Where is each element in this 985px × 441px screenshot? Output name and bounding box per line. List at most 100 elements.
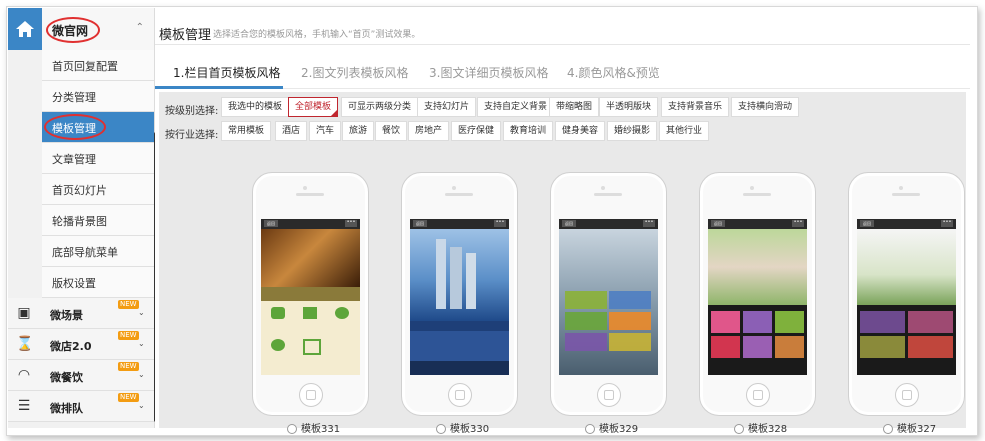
phone-home-button xyxy=(746,383,770,407)
preview-tile-blue xyxy=(609,291,651,309)
filter-industry-option[interactable]: 房地产 xyxy=(408,121,450,141)
sidebar-group-label: 微店2.0 xyxy=(50,340,92,353)
filter-level-option[interactable]: 支持横向滑动 xyxy=(731,97,800,117)
sidebar-group-label: 微排队 xyxy=(50,402,83,415)
filter-industry-option[interactable]: 酒店 xyxy=(275,121,308,141)
template-panel: 按级别选择: 我选中的模板 全部模板 可显示两级分类 支持幻灯片 支持自定义背景… xyxy=(159,92,966,435)
phone-camera xyxy=(750,186,754,190)
preview-hotel-image xyxy=(261,229,360,287)
sidebar-item-carousel-bg[interactable]: 轮播背景图 xyxy=(42,205,154,236)
tab-detail-style[interactable]: 3.图文详细页模板风格 xyxy=(429,64,548,81)
filter-industry-option[interactable]: 健身美容 xyxy=(555,121,606,141)
preview-top-bar: 返回 ••• xyxy=(559,219,658,229)
sidebar-item-home-reply[interactable]: 首页回复配置 xyxy=(42,50,154,81)
radio-circle xyxy=(883,424,893,434)
preview-tile-purple xyxy=(860,311,905,333)
template-radio-327[interactable]: 模板327 xyxy=(883,420,936,435)
filter-industry-option[interactable]: 其他行业 xyxy=(659,121,710,141)
sidebar-group-queue[interactable]: ☰ 微排队 NEW ⌄ xyxy=(8,391,154,422)
template-radio-331[interactable]: 模板331 xyxy=(287,420,340,435)
preview-footer xyxy=(410,361,509,375)
phone-home-button xyxy=(448,383,472,407)
card-icon xyxy=(303,339,321,355)
filter-level-option[interactable]: 我选中的模板 xyxy=(221,97,290,117)
preview-nav-strip xyxy=(261,287,360,301)
radio-circle xyxy=(436,424,446,434)
filter-level-option[interactable]: 可显示两级分类 xyxy=(341,97,419,117)
template-radio-329[interactable]: 模板329 xyxy=(585,420,638,435)
template-card-327[interactable]: 返回 ••• xyxy=(848,172,965,416)
sidebar: 微官网 ⌃ 首页回复配置 分类管理 模板管理 文章管理 首页幻灯片 轮播背景图 … xyxy=(8,8,158,428)
sidebar-group-shop[interactable]: ⌛ 微店2.0 NEW ⌄ xyxy=(8,329,154,360)
preview-tile-plum xyxy=(908,311,953,333)
tab-column-home[interactable]: 1.栏目首页模板风格 xyxy=(173,64,280,81)
phone-speaker xyxy=(296,193,324,196)
template-card-330[interactable]: 返回 ••• xyxy=(401,172,518,416)
template-radio-328[interactable]: 模板328 xyxy=(734,420,787,435)
new-badge: NEW xyxy=(118,362,139,371)
chevron-down-icon: ⌄ xyxy=(138,308,145,317)
filter-level-option[interactable]: 支持自定义背景 xyxy=(477,97,555,117)
radio-circle xyxy=(734,424,744,434)
home-icon xyxy=(16,21,34,37)
highlight-circle xyxy=(44,114,106,140)
preview-more-icon: ••• xyxy=(941,219,953,227)
filter-level-option-selected[interactable]: 全部模板 xyxy=(288,97,339,117)
new-badge: NEW xyxy=(118,331,139,340)
sidebar-item-slides[interactable]: 首页幻灯片 xyxy=(42,174,154,205)
phone-camera xyxy=(303,186,307,190)
template-card-329[interactable]: 返回 ••• xyxy=(550,172,667,416)
filter-level-label: 按级别选择: xyxy=(165,106,219,117)
radio-circle xyxy=(287,424,297,434)
phone-camera xyxy=(601,186,605,190)
tab-list-style[interactable]: 2.图文列表模板风格 xyxy=(301,64,408,81)
sidebar-group-scene[interactable]: ▣ 微场景 NEW ⌄ xyxy=(8,298,154,329)
phone-speaker xyxy=(445,193,473,196)
sidebar-item-category[interactable]: 分类管理 xyxy=(42,81,154,112)
preview-back-button: 返回 xyxy=(711,220,725,227)
template-label: 模板331 xyxy=(301,424,341,435)
preview-top-bar: 返回 ••• xyxy=(708,219,807,229)
template-preview-screen: 返回 ••• xyxy=(410,219,509,375)
filter-industry-option[interactable]: 餐饮 xyxy=(375,121,408,141)
preview-top-bar: 返回 ••• xyxy=(410,219,509,229)
dish-icon xyxy=(335,307,349,319)
filter-level-option[interactable]: 支持背景音乐 xyxy=(661,97,730,117)
sidebar-item-article[interactable]: 文章管理 xyxy=(42,143,154,174)
preview-tile-green xyxy=(565,291,607,309)
restaurant-icon: ◠ xyxy=(17,367,31,383)
preview-back-button: 返回 xyxy=(413,220,427,227)
filter-industry-option[interactable]: 常用模板 xyxy=(221,121,272,141)
template-card-328[interactable]: 返回 ••• xyxy=(699,172,816,416)
filter-industry-label: 按行业选择: xyxy=(165,130,219,141)
filter-industry-option[interactable]: 医疗保健 xyxy=(451,121,502,141)
template-preview-screen: 返回 ••• xyxy=(708,219,807,375)
leaf-icon xyxy=(271,307,285,319)
template-label: 模板328 xyxy=(748,424,788,435)
preview-back-button: 返回 xyxy=(562,220,576,227)
home-button[interactable] xyxy=(8,8,42,50)
sidebar-item-label: 文章管理 xyxy=(52,153,96,166)
template-card-331[interactable]: 返回 ••• xyxy=(252,172,369,416)
sidebar-item-bottom-nav[interactable]: 底部导航菜单 xyxy=(42,236,154,267)
preview-tower xyxy=(450,247,462,309)
preview-top-bar: 返回 ••• xyxy=(857,219,956,229)
new-badge: NEW xyxy=(118,393,139,402)
filter-level-option[interactable]: 半透明版块 xyxy=(599,97,659,117)
sidebar-item-copyright[interactable]: 版权设置 xyxy=(42,267,154,298)
template-label: 模板329 xyxy=(599,424,639,435)
filter-level-option[interactable]: 支持幻灯片 xyxy=(417,97,477,117)
template-preview-screen: 返回 ••• xyxy=(261,219,360,375)
phone-home-button xyxy=(895,383,919,407)
filter-level-option[interactable]: 带缩略图 xyxy=(549,97,600,117)
template-radio-330[interactable]: 模板330 xyxy=(436,420,489,435)
page-description: 选择适合您的模板风格，手机输入“首页”测试效果。 xyxy=(213,30,421,40)
preview-tile-yellow xyxy=(609,333,651,351)
filter-industry-option[interactable]: 汽车 xyxy=(309,121,342,141)
sidebar-group-restaurant[interactable]: ◠ 微餐饮 NEW ⌄ xyxy=(8,360,154,391)
template-label: 模板330 xyxy=(450,424,490,435)
filter-industry-option[interactable]: 婚纱摄影 xyxy=(607,121,658,141)
filter-industry-option[interactable]: 旅游 xyxy=(342,121,375,141)
tab-color-preview[interactable]: 4.颜色风格&预览 xyxy=(567,64,660,81)
filter-industry-option[interactable]: 教育培训 xyxy=(503,121,554,141)
